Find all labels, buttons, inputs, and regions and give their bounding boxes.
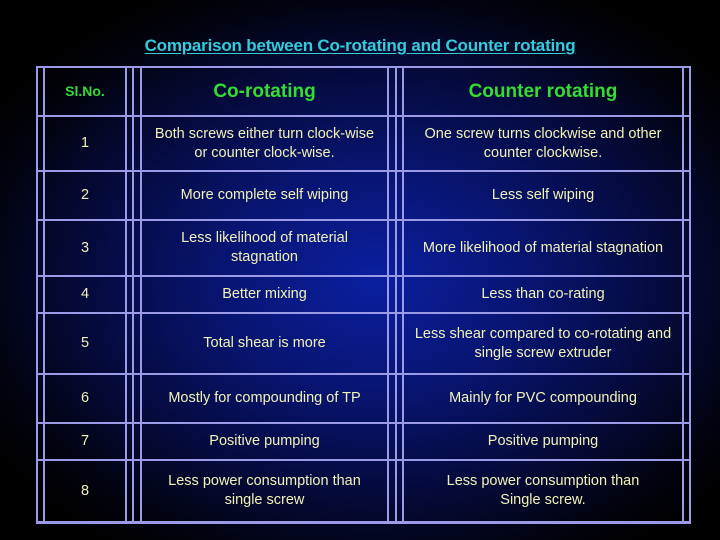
row-number-cell-text: 7 — [80, 433, 90, 449]
counter-rotating-cell-text: Less shear compared to co-rotating and s… — [414, 325, 672, 361]
co-rotating-cell: Both screws either turn clock-wise or co… — [142, 117, 387, 170]
row-number-cell: 7 — [45, 424, 125, 459]
row-number-cell-text: 1 — [80, 135, 90, 151]
counter-rotating-cell: Less self wiping — [404, 172, 682, 219]
co-rotating-cell: Positive pumping — [142, 424, 387, 459]
co-rotating-cell-text: Less power consumption than single screw — [168, 473, 361, 508]
column-divider — [132, 66, 134, 523]
row-number-cell-text: 4 — [80, 286, 90, 302]
header-sl-no-text: Sl.No. — [65, 83, 105, 99]
counter-rotating-cell-text: Mainly for PVC compounding — [449, 390, 637, 406]
row-number-cell-text: 2 — [80, 187, 90, 203]
header-co-rotating: Co-rotating — [142, 68, 387, 115]
counter-rotating-cell: Mainly for PVC compounding — [404, 375, 682, 422]
column-divider — [682, 66, 684, 523]
row-number-cell: 3 — [45, 221, 125, 275]
counter-rotating-cell: Less than co-rating — [404, 277, 682, 312]
counter-rotating-cell-text: Less than co-rating — [481, 286, 605, 302]
row-number-cell: 1 — [45, 117, 125, 170]
counter-rotating-cell: More likelihood of material stagnation — [404, 221, 682, 275]
column-divider — [387, 66, 389, 523]
co-rotating-cell: More complete self wiping — [142, 172, 387, 219]
counter-rotating-cell: Less power consumption than Single screw… — [404, 461, 682, 521]
co-rotating-cell-text: Mostly for compounding of TP — [168, 390, 361, 406]
table-side-border — [689, 66, 691, 523]
co-rotating-cell: Less power consumption than single screw — [142, 461, 387, 521]
row-number-cell-text: 6 — [80, 390, 90, 406]
row-number-cell: 5 — [45, 314, 125, 373]
slide-title: Comparison between Co-rotating and Count… — [144, 36, 576, 55]
co-rotating-cell-text: Less likelihood of material stagnation — [181, 230, 348, 265]
row-number-cell: 4 — [45, 277, 125, 312]
counter-rotating-cell-text: Less power consumption than Single screw… — [446, 473, 640, 508]
counter-rotating-cell-text: One screw turns clockwise and other coun… — [424, 125, 662, 161]
counter-rotating-cell-text: Less self wiping — [491, 187, 595, 203]
header-co-rotating-text: Co-rotating — [213, 81, 316, 102]
co-rotating-cell: Total shear is more — [142, 314, 387, 373]
counter-rotating-cell-text: Positive pumping — [487, 433, 599, 449]
row-number-cell: 6 — [45, 375, 125, 422]
column-divider — [395, 66, 397, 523]
co-rotating-cell: Better mixing — [142, 277, 387, 312]
co-rotating-cell-text: Positive pumping — [209, 433, 320, 449]
row-number-cell: 8 — [45, 461, 125, 521]
counter-rotating-cell-text: More likelihood of material stagnation — [422, 239, 664, 256]
row-number-cell: 2 — [45, 172, 125, 219]
co-rotating-cell-text: Both screws either turn clock-wise or co… — [154, 125, 375, 161]
row-number-cell-text: 8 — [80, 482, 90, 499]
co-rotating-cell-text: More complete self wiping — [180, 187, 349, 203]
counter-rotating-cell: Less shear compared to co-rotating and s… — [404, 314, 682, 373]
co-rotating-cell: Less likelihood of material stagnation — [142, 221, 387, 275]
counter-rotating-cell: Positive pumping — [404, 424, 682, 459]
row-number-cell-text: 5 — [80, 335, 90, 351]
table-side-border — [36, 66, 38, 523]
co-rotating-cell-text: Total shear is more — [203, 335, 326, 351]
header-sl-no: Sl.No. — [45, 68, 125, 115]
header-counter-rotating-text: Counter rotating — [468, 81, 618, 102]
column-divider — [125, 66, 127, 523]
co-rotating-cell: Mostly for compounding of TP — [142, 375, 387, 422]
row-number-cell-text: 3 — [80, 239, 90, 256]
counter-rotating-cell: One screw turns clockwise and other coun… — [404, 117, 682, 170]
header-counter-rotating: Counter rotating — [404, 68, 682, 115]
co-rotating-cell-text: Better mixing — [222, 286, 307, 302]
table-bottom-border — [36, 521, 691, 524]
